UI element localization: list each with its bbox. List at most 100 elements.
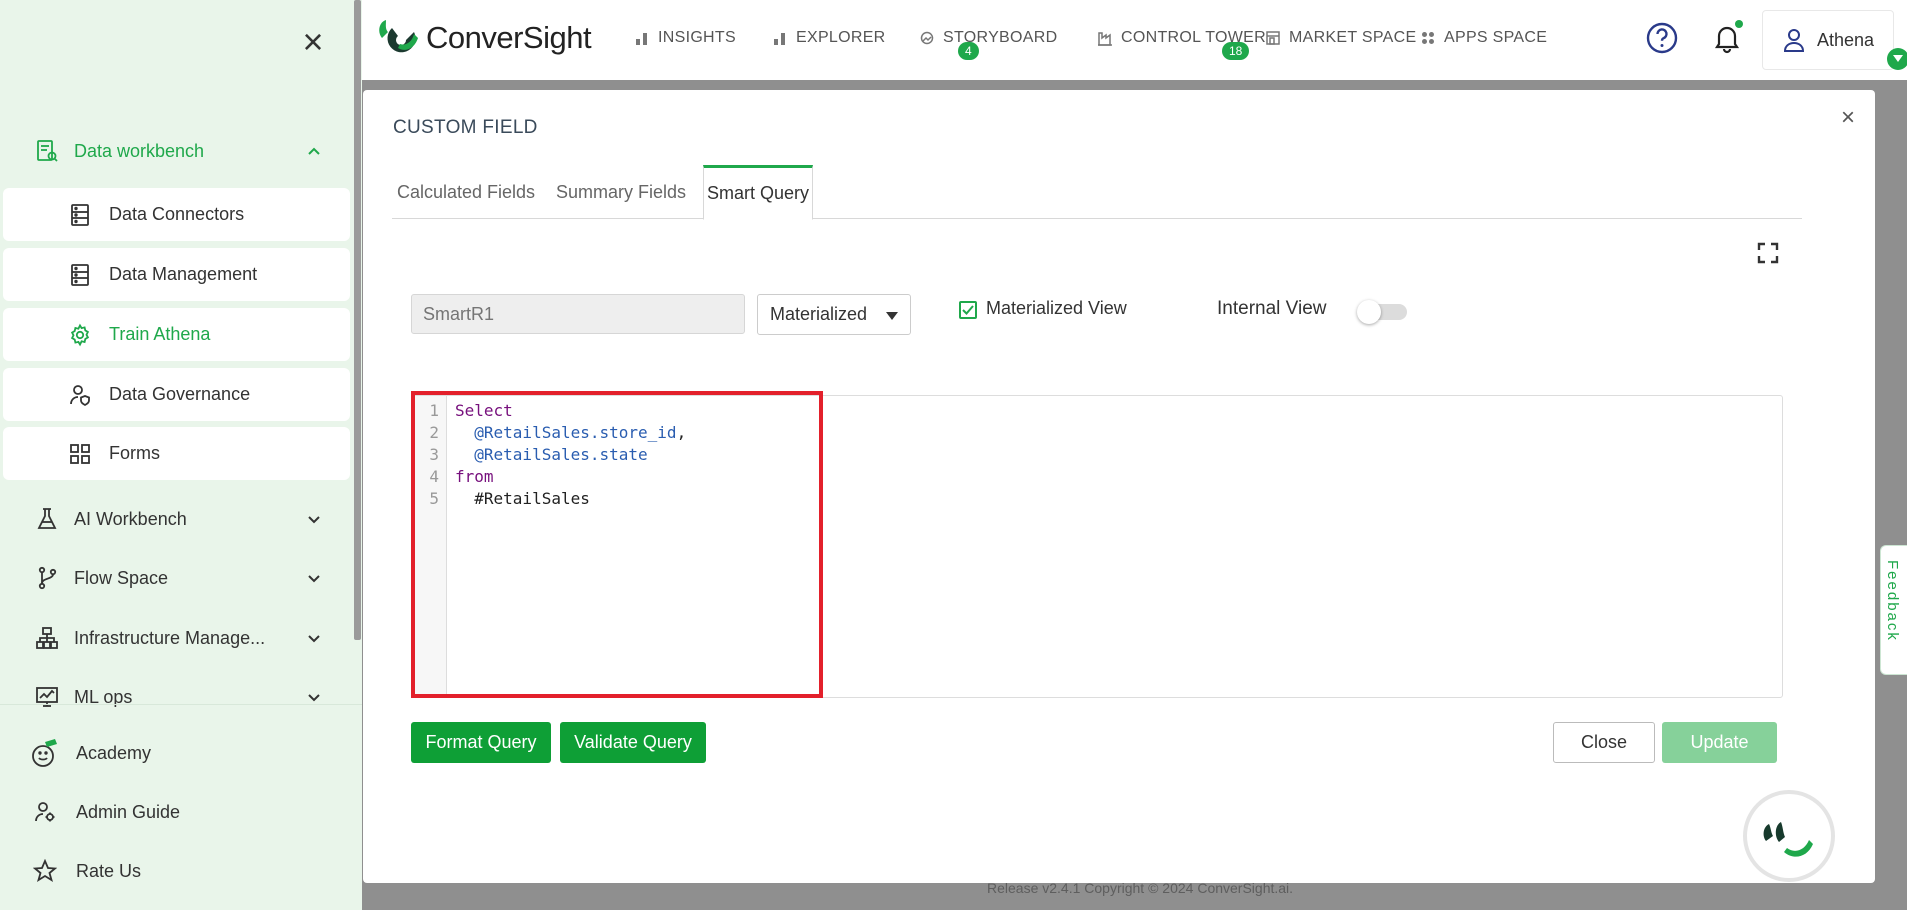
- sidebar-scrollbar[interactable]: [354, 0, 361, 640]
- apps-icon: [1420, 30, 1436, 46]
- sidebar-item-label: Train Athena: [109, 324, 211, 344]
- code-variable: @RetailSales.store_id: [455, 423, 677, 442]
- sidebar-group-infrastructure[interactable]: Infrastructure Manage...: [0, 613, 352, 663]
- tab-summary-fields[interactable]: Summary Fields: [546, 165, 696, 219]
- nav-label: STORYBOARD: [943, 29, 1058, 46]
- factory-icon: [1097, 30, 1113, 46]
- chevron-down-icon: [308, 635, 320, 643]
- chatbot-icon[interactable]: [1747, 794, 1831, 878]
- update-button[interactable]: Update: [1662, 722, 1777, 763]
- nav-apps-space[interactable]: APPS SPACE: [1420, 26, 1547, 50]
- nav-insights[interactable]: INSIGHTS: [634, 26, 736, 50]
- sidebar-group-ml-ops[interactable]: ML ops: [0, 672, 352, 722]
- user-name: Athena: [1817, 29, 1875, 50]
- sidebar-group-data-workbench[interactable]: Data workbench: [0, 126, 352, 176]
- tab-calculated-fields[interactable]: Calculated Fields: [392, 165, 540, 219]
- close-button[interactable]: Close: [1553, 722, 1655, 763]
- server-icon: [67, 202, 93, 228]
- sidebar-item-label: Data Governance: [109, 384, 251, 404]
- sidebar-item-forms[interactable]: Forms: [3, 427, 350, 480]
- sidebar: × Data workbench Data Connectors Data Ma…: [0, 0, 362, 910]
- notification-dot: [1735, 20, 1743, 28]
- sidebar-item-data-governance[interactable]: Data Governance: [3, 368, 350, 421]
- chevron-up-icon: [308, 147, 320, 155]
- assistant-logo-icon: [1763, 822, 1813, 857]
- branch-icon: [34, 565, 60, 591]
- user-dropdown-icon[interactable]: [1887, 48, 1907, 70]
- sidebar-item-label: Academy: [76, 742, 152, 763]
- code-line: Select: [455, 401, 513, 420]
- sidebar-item-train-athena[interactable]: Train Athena: [3, 308, 350, 361]
- nav-control-tower[interactable]: CONTROL TOWER: [1097, 26, 1266, 50]
- dialog-close-icon[interactable]: ×: [1841, 104, 1855, 132]
- dialog-title: CUSTOM FIELD: [393, 117, 538, 138]
- sidebar-item-data-connectors[interactable]: Data Connectors: [3, 188, 350, 241]
- nav-explorer[interactable]: EXPLORER: [772, 26, 886, 50]
- close-sidebar-icon[interactable]: ×: [298, 24, 328, 60]
- internal-view-toggle[interactable]: [1357, 300, 1407, 324]
- sidebar-item-label: Admin Guide: [76, 801, 181, 822]
- brand-name: ConverSight: [426, 20, 592, 55]
- storyboard-icon: [919, 30, 935, 46]
- caret-down-icon: [886, 312, 898, 320]
- validate-query-button[interactable]: Validate Query: [560, 722, 706, 763]
- academy-icon: [30, 738, 60, 768]
- checkmark-icon: [962, 305, 974, 315]
- view-type-select[interactable]: Materialized: [757, 294, 911, 335]
- sidebar-group-label: Infrastructure Manage...: [74, 627, 266, 648]
- sidebar-group-label: Flow Space: [74, 567, 169, 588]
- line-number: 1: [429, 401, 439, 420]
- sidebar-item-label: Rate Us: [76, 860, 142, 881]
- brand-logo[interactable]: ConverSight: [376, 18, 592, 58]
- code-line: @RetailSales.store_id,: [455, 422, 686, 444]
- sidebar-item-label: Forms: [109, 443, 160, 463]
- user-menu[interactable]: Athena: [1762, 10, 1894, 70]
- sidebar-group-flow-space[interactable]: Flow Space: [0, 553, 352, 603]
- help-icon[interactable]: [1645, 21, 1679, 55]
- data-workbench-icon: [34, 138, 60, 164]
- materialized-view-checkbox[interactable]: [959, 301, 977, 319]
- feedback-label: Feedback: [1884, 560, 1901, 642]
- feedback-tab[interactable]: Feedback: [1880, 545, 1907, 675]
- user-icon: [1781, 27, 1807, 53]
- nav-label: MARKET SPACE: [1289, 29, 1417, 46]
- sidebar-item-academy[interactable]: Academy: [0, 727, 352, 779]
- line-number: 4: [429, 467, 439, 486]
- sidebar-group-label: Data workbench: [74, 140, 205, 161]
- monitor-chart-icon: [34, 684, 60, 710]
- sidebar-item-label: Data Management: [109, 264, 258, 284]
- code-line: #RetailSales: [455, 489, 590, 508]
- format-query-button[interactable]: Format Query: [411, 722, 551, 763]
- user-shield-icon: [67, 382, 93, 408]
- fullscreen-icon[interactable]: [1757, 242, 1779, 264]
- code-punctuation: ,: [676, 423, 687, 442]
- view-type-value: Materialized: [770, 304, 868, 324]
- nav-market-space[interactable]: MARKET SPACE: [1265, 26, 1416, 50]
- nav-label: INSIGHTS: [658, 29, 736, 46]
- sidebar-divider: [0, 704, 362, 705]
- sidebar-group-label: AI Workbench: [74, 508, 187, 529]
- hierarchy-icon: [34, 625, 60, 651]
- internal-view-label: Internal View: [1217, 298, 1327, 319]
- query-name-input[interactable]: [411, 294, 745, 334]
- custom-field-dialog: CUSTOM FIELD × Calculated Fields Summary…: [363, 90, 1875, 883]
- sidebar-item-rate-us[interactable]: Rate Us: [0, 845, 352, 897]
- chevron-down-icon: [308, 516, 320, 524]
- bar-chart-icon: [634, 30, 650, 46]
- code-line: from: [455, 467, 494, 486]
- line-number: 3: [429, 445, 439, 464]
- market-icon: [1265, 30, 1281, 46]
- sidebar-item-data-management[interactable]: Data Management: [3, 248, 350, 301]
- sql-editor[interactable]: 1 2 3 4 5 Select @RetailSales.store_id, …: [412, 395, 1783, 698]
- tab-smart-query[interactable]: Smart Query: [703, 165, 813, 220]
- nav-label: EXPLORER: [796, 29, 886, 46]
- code-line: @RetailSales.state: [455, 445, 648, 464]
- line-number: 5: [429, 489, 439, 508]
- nav-storyboard[interactable]: STORYBOARD: [919, 26, 1057, 50]
- top-bar: ConverSight INSIGHTS 4 EXPLORER STORYBOA…: [362, 0, 1907, 80]
- chevron-down-icon: [308, 575, 320, 583]
- sidebar-group-ai-workbench[interactable]: AI Workbench: [0, 494, 352, 544]
- admin-guide-icon: [30, 797, 60, 827]
- sidebar-item-admin-guide[interactable]: Admin Guide: [0, 786, 352, 838]
- star-icon: [30, 856, 60, 886]
